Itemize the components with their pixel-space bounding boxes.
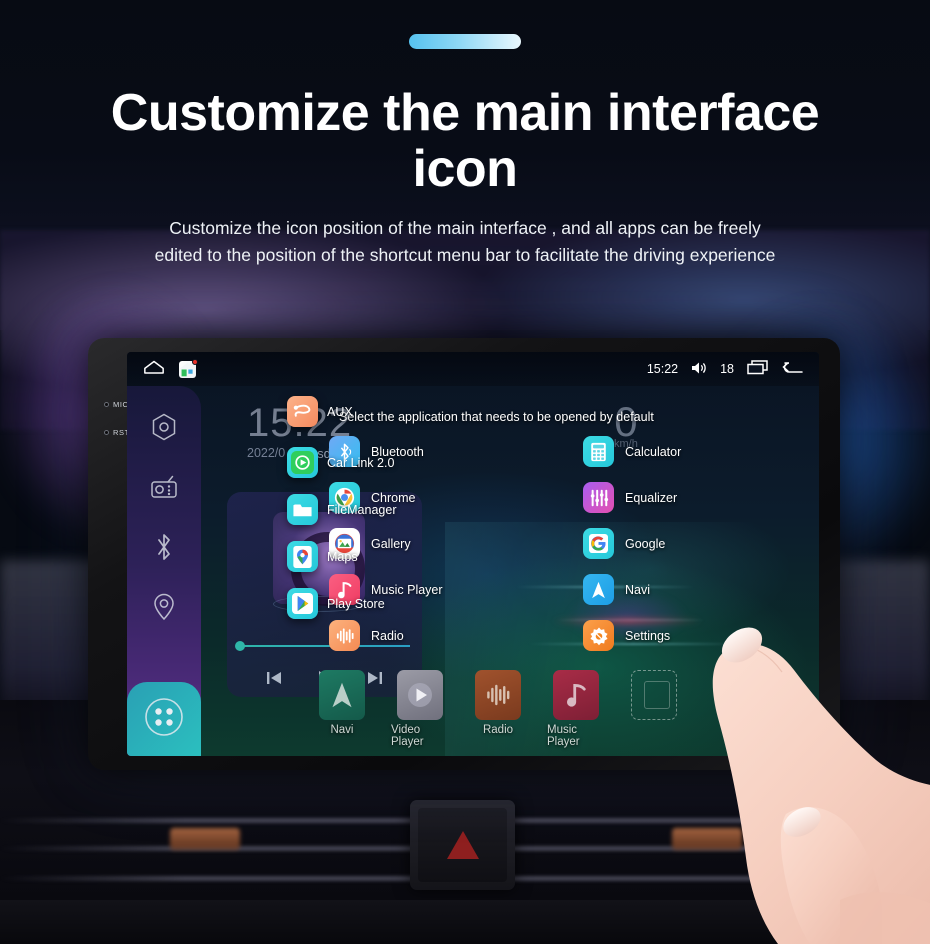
music-progress-knob[interactable] bbox=[235, 641, 245, 651]
volume-icon[interactable] bbox=[691, 361, 707, 378]
chooser-app-equalizer[interactable]: Equalizer bbox=[583, 482, 819, 513]
home-app-icon[interactable] bbox=[179, 358, 198, 378]
app-label: Google bbox=[625, 536, 666, 551]
location-pin-icon[interactable] bbox=[149, 592, 179, 622]
gear-icon bbox=[583, 620, 614, 651]
accent-pill bbox=[409, 34, 521, 49]
app-label: Settings bbox=[625, 628, 671, 643]
car-link-icon bbox=[287, 447, 318, 478]
hero-section: Customize the main interface icon Custom… bbox=[0, 0, 930, 269]
aux-cable-icon bbox=[287, 396, 318, 427]
status-bar-left bbox=[143, 358, 198, 379]
dragged-label: AUX bbox=[327, 404, 353, 419]
sidebar-item-all-apps[interactable] bbox=[127, 682, 201, 756]
status-bar-right: 15:22 18 bbox=[647, 360, 803, 378]
volume-value: 18 bbox=[720, 362, 734, 376]
notification-dot bbox=[192, 358, 198, 365]
bluetooth-icon[interactable] bbox=[149, 532, 179, 562]
page-title: Customize the main interface icon bbox=[110, 84, 820, 198]
apps-grid-icon bbox=[142, 695, 186, 744]
chooser-app-calculator[interactable]: Calculator bbox=[583, 436, 819, 467]
calculator-icon bbox=[583, 436, 614, 467]
dragged-icon-car-link[interactable]: Car Link 2.0 bbox=[287, 447, 396, 478]
reset-hole-icon bbox=[104, 430, 109, 435]
dragged-label: Play Store bbox=[327, 596, 385, 611]
hazard-triangle-icon bbox=[446, 831, 479, 859]
dragged-icon-play-store[interactable]: Play Store bbox=[287, 588, 396, 619]
mic-hole-icon bbox=[104, 402, 109, 407]
skip-previous-icon[interactable] bbox=[264, 668, 284, 693]
status-time: 15:22 bbox=[646, 362, 679, 376]
navigation-arrow-icon bbox=[583, 574, 614, 605]
dragged-label: FileManager bbox=[327, 502, 397, 517]
dragged-label: Maps bbox=[327, 549, 358, 564]
page-subtitle: Customize the icon position of the main … bbox=[154, 218, 776, 265]
app-label: Calculator bbox=[625, 444, 682, 459]
dragged-icon-aux[interactable]: AUX bbox=[287, 396, 353, 427]
chooser-app-google[interactable]: Google bbox=[583, 528, 819, 559]
chooser-title: Select the application that needs to be … bbox=[339, 410, 654, 424]
pointing-hand bbox=[712, 627, 930, 944]
clock-date: 2022/0 bbox=[247, 446, 286, 460]
back-arrow-icon[interactable] bbox=[781, 361, 803, 378]
air-vent-knob bbox=[170, 828, 240, 850]
status-bar: 15:22 18 bbox=[127, 352, 819, 386]
dragged-icons-column: Car Link 2.0 FileManager Maps Play Store bbox=[287, 447, 396, 635]
hazard-light-button[interactable] bbox=[410, 800, 515, 890]
app-label: Equalizer bbox=[625, 490, 678, 505]
home-outline-icon[interactable] bbox=[143, 360, 165, 379]
folder-icon bbox=[287, 494, 318, 525]
app-label: Navi bbox=[625, 582, 651, 597]
dragged-icon-maps[interactable]: Maps bbox=[287, 541, 396, 572]
dragged-label: Car Link 2.0 bbox=[327, 455, 395, 470]
bezel-reset-label: RST bbox=[104, 428, 130, 437]
play-store-icon bbox=[287, 588, 318, 619]
google-icon bbox=[583, 528, 614, 559]
radio-icon[interactable] bbox=[149, 472, 179, 502]
maps-pin-icon bbox=[287, 541, 318, 572]
screen-sidebar bbox=[127, 386, 201, 756]
equalizer-icon bbox=[583, 482, 614, 513]
recent-apps-icon[interactable] bbox=[747, 360, 768, 378]
hexagon-settings-icon[interactable] bbox=[149, 412, 179, 442]
hazard-button-face bbox=[418, 808, 507, 882]
bezel-mic-label: MIC bbox=[104, 400, 129, 409]
dragged-icon-file-manager[interactable]: FileManager bbox=[287, 494, 396, 525]
promo-page: Customize the main interface icon Custom… bbox=[0, 0, 930, 944]
